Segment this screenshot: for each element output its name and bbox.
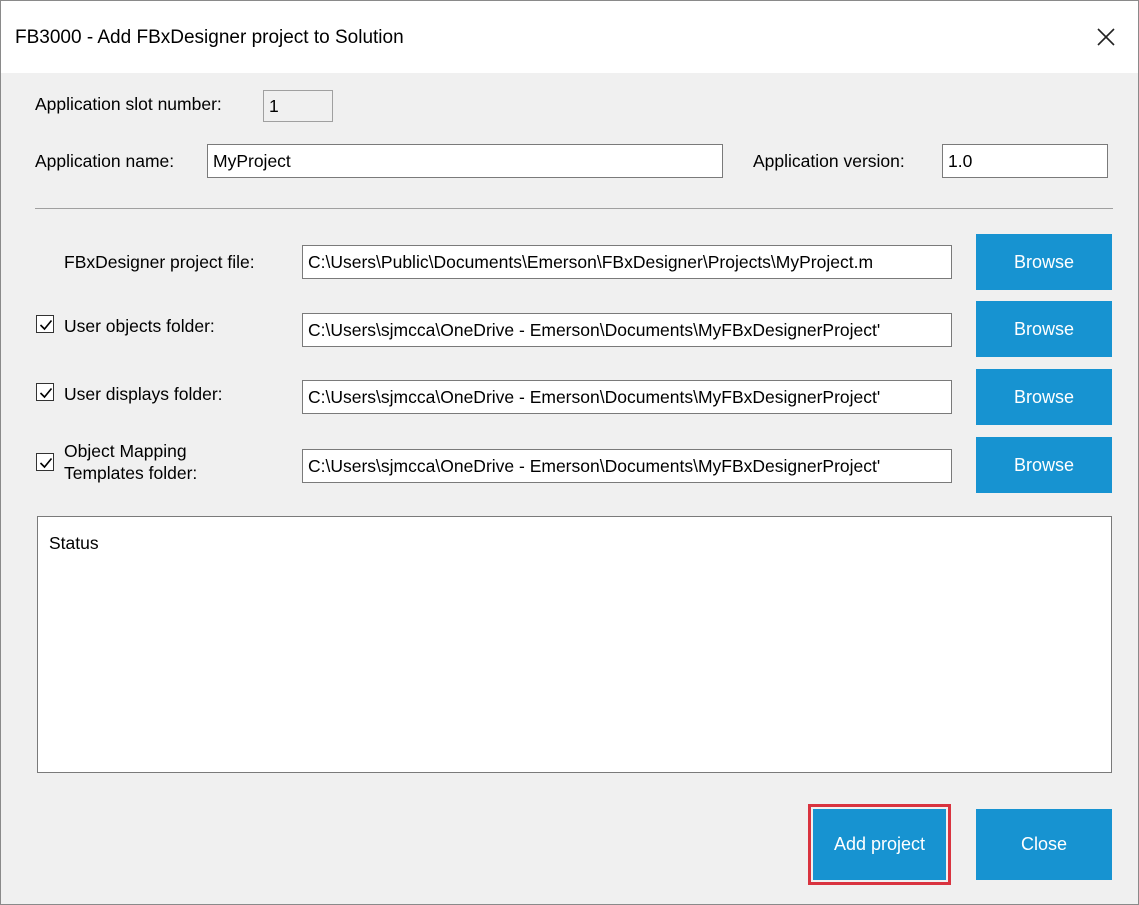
user-objects-label: User objects folder: xyxy=(64,316,215,336)
browse-user-objects-button[interactable]: Browse xyxy=(976,301,1112,357)
window-title: FB3000 - Add FBxDesigner project to Solu… xyxy=(15,27,404,48)
mapping-templates-label-line1: Object Mapping xyxy=(64,441,187,461)
project-file-label: FBxDesigner project file: xyxy=(64,252,255,272)
checkmark-icon xyxy=(39,387,53,399)
user-objects-checkbox[interactable] xyxy=(36,315,54,333)
app-version-label: Application version: xyxy=(753,151,905,171)
title-bar: FB3000 - Add FBxDesigner project to Solu… xyxy=(1,1,1138,73)
close-window-icon[interactable] xyxy=(1088,19,1124,55)
browse-mapping-templates-button[interactable]: Browse xyxy=(976,437,1112,493)
status-label: Status xyxy=(49,533,99,553)
slot-number-field: 1 xyxy=(263,90,333,122)
user-displays-input[interactable]: C:\Users\sjmcca\OneDrive - Emerson\Docum… xyxy=(302,380,952,414)
dialog-window: FB3000 - Add FBxDesigner project to Solu… xyxy=(0,0,1139,905)
slot-number-label: Application slot number: xyxy=(35,94,222,114)
user-displays-checkbox[interactable] xyxy=(36,383,54,401)
project-file-input[interactable]: C:\Users\Public\Documents\Emerson\FBxDes… xyxy=(302,245,952,279)
user-objects-input[interactable]: C:\Users\sjmcca\OneDrive - Emerson\Docum… xyxy=(302,313,952,347)
status-textbox[interactable]: Status xyxy=(37,516,1112,773)
app-version-input[interactable]: 1.0 xyxy=(942,144,1108,178)
checkmark-icon xyxy=(39,457,53,469)
browse-project-file-button[interactable]: Browse xyxy=(976,234,1112,290)
app-name-input[interactable]: MyProject xyxy=(207,144,723,178)
checkmark-icon xyxy=(39,319,53,331)
browse-user-displays-button[interactable]: Browse xyxy=(976,369,1112,425)
mapping-templates-label-line2: Templates folder: xyxy=(64,463,198,483)
app-name-label: Application name: xyxy=(35,151,175,171)
user-displays-label: User displays folder: xyxy=(64,384,223,404)
mapping-templates-input[interactable]: C:\Users\sjmcca\OneDrive - Emerson\Docum… xyxy=(302,449,952,483)
close-button[interactable]: Close xyxy=(976,809,1112,880)
mapping-templates-checkbox[interactable] xyxy=(36,453,54,471)
section-divider xyxy=(35,208,1113,209)
highlight-outline xyxy=(808,804,951,885)
